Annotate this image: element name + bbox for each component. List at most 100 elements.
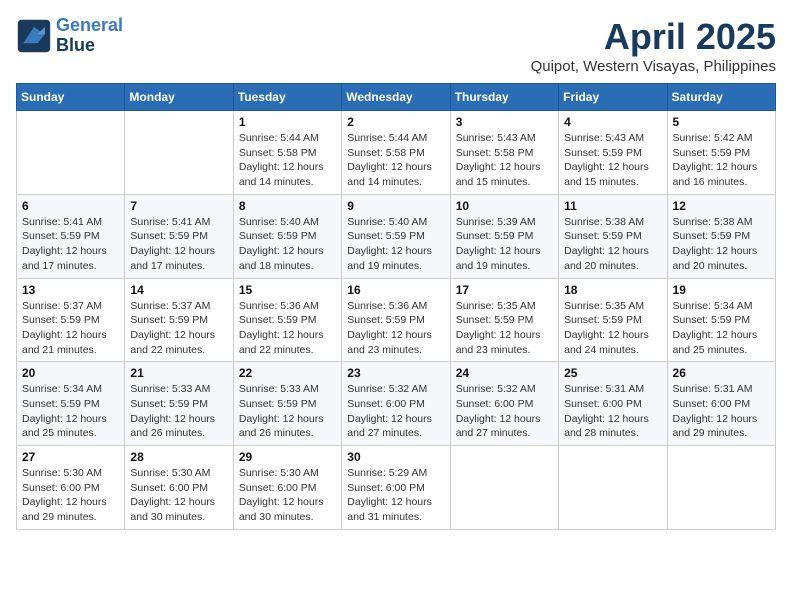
calendar-week-2: 6Sunrise: 5:41 AM Sunset: 5:59 PM Daylig… <box>17 194 776 278</box>
day-number: 5 <box>673 115 770 129</box>
weekday-header-saturday: Saturday <box>667 84 775 111</box>
calendar-day-9: 9Sunrise: 5:40 AM Sunset: 5:59 PM Daylig… <box>342 194 450 278</box>
calendar-day-25: 25 Sunrise: 5:31 AM Sunset: 6:00 PM Dayli… <box>559 362 667 446</box>
calendar-day-11: 11 Sunrise: 5:38 AM Sunset: 5:59 PM Dayli… <box>559 194 667 278</box>
weekday-header-thursday: Thursday <box>450 84 558 111</box>
calendar-day-6: 6Sunrise: 5:41 AM Sunset: 5:59 PM Daylig… <box>17 194 125 278</box>
day-number: 18 <box>564 283 661 297</box>
day-info: Sunrise: 5:33 AM Sunset: 5:59 PM Dayligh… <box>239 382 336 441</box>
day-number: 29 <box>239 450 336 464</box>
weekday-header-friday: Friday <box>559 84 667 111</box>
weekday-header-monday: Monday <box>125 84 233 111</box>
logo-icon <box>16 18 52 54</box>
day-number: 2 <box>347 115 444 129</box>
calendar-week-3: 13 Sunrise: 5:37 AM Sunset: 5:59 PM Dayli… <box>17 278 776 362</box>
day-info: Sunrise: 5:43 AM Sunset: 5:58 PM Dayligh… <box>456 131 553 190</box>
day-info: Sunrise: 5:31 AM Sunset: 6:00 PM Dayligh… <box>673 382 770 441</box>
day-info: Sunrise: 5:37 AM Sunset: 5:59 PM Dayligh… <box>22 299 119 358</box>
location: Quipot, Western Visayas, Philippines <box>531 58 776 75</box>
day-info: Sunrise: 5:37 AM Sunset: 5:59 PM Dayligh… <box>130 299 227 358</box>
weekday-header-tuesday: Tuesday <box>233 84 341 111</box>
calendar-day-16: 16 Sunrise: 5:36 AM Sunset: 5:59 PM Dayli… <box>342 278 450 362</box>
day-info: Sunrise: 5:34 AM Sunset: 5:59 PM Dayligh… <box>22 382 119 441</box>
day-info: Sunrise: 5:31 AM Sunset: 6:00 PM Dayligh… <box>564 382 661 441</box>
weekday-header-sunday: Sunday <box>17 84 125 111</box>
day-info: Sunrise: 5:38 AM Sunset: 5:59 PM Dayligh… <box>673 215 770 274</box>
day-number: 7 <box>130 199 227 213</box>
calendar-empty <box>125 111 233 195</box>
day-info: Sunrise: 5:35 AM Sunset: 5:59 PM Dayligh… <box>564 299 661 358</box>
day-number: 26 <box>673 366 770 380</box>
day-number: 13 <box>22 283 119 297</box>
day-info: Sunrise: 5:32 AM Sunset: 6:00 PM Dayligh… <box>347 382 444 441</box>
calendar-day-30: 30Sunrise: 5:29 AM Sunset: 6:00 PM Dayli… <box>342 446 450 530</box>
day-info: Sunrise: 5:44 AM Sunset: 5:58 PM Dayligh… <box>239 131 336 190</box>
calendar-empty <box>450 446 558 530</box>
calendar-day-17: 17 Sunrise: 5:35 AM Sunset: 5:59 PM Dayli… <box>450 278 558 362</box>
calendar-table: SundayMondayTuesdayWednesdayThursdayFrid… <box>16 83 776 530</box>
calendar-day-7: 7 Sunrise: 5:41 AM Sunset: 5:59 PM Daylig… <box>125 194 233 278</box>
day-number: 21 <box>130 366 227 380</box>
day-number: 4 <box>564 115 661 129</box>
day-info: Sunrise: 5:44 AM Sunset: 5:58 PM Dayligh… <box>347 131 444 190</box>
day-number: 17 <box>456 283 553 297</box>
calendar-day-19: 19Sunrise: 5:34 AM Sunset: 5:59 PM Dayli… <box>667 278 775 362</box>
calendar-week-4: 20Sunrise: 5:34 AM Sunset: 5:59 PM Dayli… <box>17 362 776 446</box>
logo: General Blue <box>16 16 123 56</box>
calendar-week-1: 1Sunrise: 5:44 AM Sunset: 5:58 PM Daylig… <box>17 111 776 195</box>
calendar-day-29: 29Sunrise: 5:30 AM Sunset: 6:00 PM Dayli… <box>233 446 341 530</box>
day-number: 24 <box>456 366 553 380</box>
day-number: 22 <box>239 366 336 380</box>
day-number: 19 <box>673 283 770 297</box>
calendar-day-26: 26 Sunrise: 5:31 AM Sunset: 6:00 PM Dayli… <box>667 362 775 446</box>
day-number: 28 <box>130 450 227 464</box>
day-info: Sunrise: 5:40 AM Sunset: 5:59 PM Dayligh… <box>347 215 444 274</box>
calendar-day-24: 24 Sunrise: 5:32 AM Sunset: 6:00 PM Dayli… <box>450 362 558 446</box>
weekday-header-wednesday: Wednesday <box>342 84 450 111</box>
day-info: Sunrise: 5:38 AM Sunset: 5:59 PM Dayligh… <box>564 215 661 274</box>
calendar-day-5: 5Sunrise: 5:42 AM Sunset: 5:59 PM Daylig… <box>667 111 775 195</box>
day-number: 10 <box>456 199 553 213</box>
day-info: Sunrise: 5:36 AM Sunset: 5:59 PM Dayligh… <box>347 299 444 358</box>
calendar-day-10: 10 Sunrise: 5:39 AM Sunset: 5:59 PM Dayli… <box>450 194 558 278</box>
calendar-header-row: SundayMondayTuesdayWednesdayThursdayFrid… <box>17 84 776 111</box>
calendar-day-22: 22 Sunrise: 5:33 AM Sunset: 5:59 PM Dayli… <box>233 362 341 446</box>
calendar-day-8: 8Sunrise: 5:40 AM Sunset: 5:59 PM Daylig… <box>233 194 341 278</box>
page-header: General Blue April 2025 Quipot, Western … <box>16 16 776 75</box>
calendar-day-2: 2 Sunrise: 5:44 AM Sunset: 5:58 PM Daylig… <box>342 111 450 195</box>
calendar-empty <box>17 111 125 195</box>
calendar-day-1: 1Sunrise: 5:44 AM Sunset: 5:58 PM Daylig… <box>233 111 341 195</box>
day-number: 14 <box>130 283 227 297</box>
day-number: 27 <box>22 450 119 464</box>
day-number: 16 <box>347 283 444 297</box>
calendar-day-15: 15Sunrise: 5:36 AM Sunset: 5:59 PM Dayli… <box>233 278 341 362</box>
day-info: Sunrise: 5:30 AM Sunset: 6:00 PM Dayligh… <box>22 466 119 525</box>
calendar-day-12: 12 Sunrise: 5:38 AM Sunset: 5:59 PM Dayli… <box>667 194 775 278</box>
day-info: Sunrise: 5:29 AM Sunset: 6:00 PM Dayligh… <box>347 466 444 525</box>
title-block: April 2025 Quipot, Western Visayas, Phil… <box>531 16 776 75</box>
calendar-day-18: 18 Sunrise: 5:35 AM Sunset: 5:59 PM Dayli… <box>559 278 667 362</box>
day-number: 12 <box>673 199 770 213</box>
day-number: 11 <box>564 199 661 213</box>
calendar-day-14: 14 Sunrise: 5:37 AM Sunset: 5:59 PM Dayli… <box>125 278 233 362</box>
day-info: Sunrise: 5:30 AM Sunset: 6:00 PM Dayligh… <box>130 466 227 525</box>
calendar-body: 1Sunrise: 5:44 AM Sunset: 5:58 PM Daylig… <box>17 111 776 530</box>
day-number: 3 <box>456 115 553 129</box>
day-number: 8 <box>239 199 336 213</box>
calendar-day-20: 20Sunrise: 5:34 AM Sunset: 5:59 PM Dayli… <box>17 362 125 446</box>
day-info: Sunrise: 5:41 AM Sunset: 5:59 PM Dayligh… <box>130 215 227 274</box>
calendar-day-4: 4Sunrise: 5:43 AM Sunset: 5:59 PM Daylig… <box>559 111 667 195</box>
calendar-day-13: 13 Sunrise: 5:37 AM Sunset: 5:59 PM Dayli… <box>17 278 125 362</box>
calendar-day-27: 27 Sunrise: 5:30 AM Sunset: 6:00 PM Dayli… <box>17 446 125 530</box>
calendar-empty <box>667 446 775 530</box>
calendar-day-3: 3 Sunrise: 5:43 AM Sunset: 5:58 PM Daylig… <box>450 111 558 195</box>
day-number: 15 <box>239 283 336 297</box>
day-info: Sunrise: 5:32 AM Sunset: 6:00 PM Dayligh… <box>456 382 553 441</box>
day-info: Sunrise: 5:35 AM Sunset: 5:59 PM Dayligh… <box>456 299 553 358</box>
calendar-day-23: 23Sunrise: 5:32 AM Sunset: 6:00 PM Dayli… <box>342 362 450 446</box>
day-number: 25 <box>564 366 661 380</box>
calendar-week-5: 27 Sunrise: 5:30 AM Sunset: 6:00 PM Dayli… <box>17 446 776 530</box>
day-info: Sunrise: 5:39 AM Sunset: 5:59 PM Dayligh… <box>456 215 553 274</box>
calendar-empty <box>559 446 667 530</box>
day-info: Sunrise: 5:33 AM Sunset: 5:59 PM Dayligh… <box>130 382 227 441</box>
